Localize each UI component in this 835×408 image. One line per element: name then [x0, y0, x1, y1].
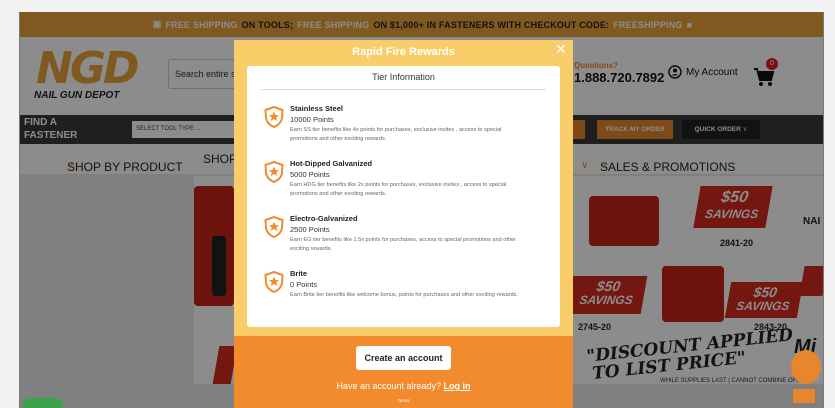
create-account-button[interactable]: Create an account — [356, 346, 451, 370]
close-icon[interactable]: ✕ — [554, 42, 568, 56]
shield-star-icon — [264, 161, 284, 183]
tier-name: Brite — [290, 269, 308, 278]
tier-item: Stainless Steel 10000 Points Earn SS tie… — [261, 104, 551, 154]
modal-footer-panel: Create an account Have an account alread… — [234, 336, 573, 408]
tier-description: Earn EG tier benefits like 1.5x points f… — [290, 237, 517, 252]
modal-header-panel: Rapid Fire Rewards ✕ Tier Information St… — [234, 40, 573, 336]
shield-star-icon — [264, 271, 284, 293]
tier-points: 5000 Points — [290, 170, 330, 179]
chat-icon[interactable] — [791, 350, 821, 384]
rewards-modal: Rapid Fire Rewards ✕ Tier Information St… — [234, 40, 573, 408]
tier-item: Brite 0 Points Earn Brite tier benefits … — [261, 269, 551, 319]
login-link[interactable]: Log in — [444, 381, 471, 391]
divider — [261, 89, 546, 90]
tier-description: Earn SS tier benefits like 4x points for… — [290, 127, 502, 142]
tier-name: Electro-Galvanized — [290, 214, 358, 223]
tier-points: 2500 Points — [290, 225, 330, 234]
tier-points: 0 Points — [290, 280, 318, 289]
tier-description: Earn Brite tier benefits like welcome bo… — [290, 292, 518, 298]
rewards-launcher[interactable] — [23, 398, 63, 408]
have-account-text: Have an account already? — [336, 381, 442, 391]
tier-name: Hot-Dipped Galvanized — [290, 159, 373, 168]
shield-star-icon — [264, 106, 284, 128]
modal-title: Rapid Fire Rewards — [352, 46, 455, 58]
tier-points: 10000 Points — [290, 115, 334, 124]
tier-name: Stainless Steel — [290, 104, 343, 113]
shield-star-icon — [264, 216, 284, 238]
tier-item: Hot-Dipped Galvanized 5000 Points Earn H… — [261, 159, 551, 209]
scroll-to-top-button[interactable] — [793, 389, 815, 403]
terms-link[interactable]: Terms — [234, 398, 573, 403]
login-prompt: Have an account already? Log in — [234, 381, 573, 391]
tier-description: Earn HDG tier benefits like 2x points fo… — [290, 182, 507, 197]
tier-info-title: Tier Information — [372, 72, 435, 82]
tier-item: Electro-Galvanized 2500 Points Earn EG t… — [261, 214, 551, 264]
tier-info-card: Tier Information Stainless Steel 10000 P… — [247, 66, 560, 327]
